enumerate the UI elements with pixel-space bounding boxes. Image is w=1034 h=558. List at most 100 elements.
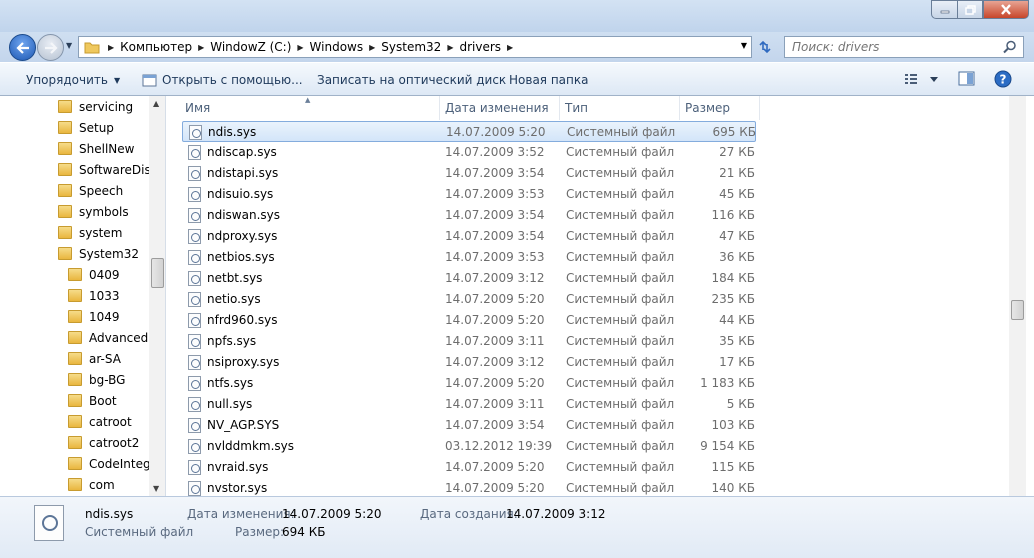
tree-item[interactable]: com: [68, 474, 115, 495]
tree-item[interactable]: Boot: [68, 390, 117, 411]
system-file-icon: [188, 418, 201, 433]
file-name: ndiswan.sys: [207, 208, 281, 222]
file-row[interactable]: nvlddmkm.sys 03.12.2012 19:39 Системный фа…: [182, 436, 756, 457]
nav-scrollbar[interactable]: ▲ ▼: [149, 96, 165, 496]
tree-item[interactable]: bg-BG: [68, 369, 125, 390]
folder-icon: [68, 478, 82, 491]
search-box[interactable]: [784, 36, 1024, 58]
tree-item-label: ShellNew: [79, 141, 135, 156]
help-button[interactable]: ?: [994, 70, 1012, 91]
tree-item[interactable]: 0409: [68, 264, 120, 285]
breadcrumb-item[interactable]: WindowZ (C:): [207, 40, 294, 54]
file-row[interactable]: nvstor.sys 14.07.2009 5:20 Системный файл 1…: [182, 478, 756, 496]
maximize-button[interactable]: [957, 0, 983, 19]
file-row[interactable]: ndproxy.sys 14.07.2009 3:54 Системный файл…: [182, 226, 756, 247]
file-row[interactable]: nvraid.sys 14.07.2009 5:20 Системный файл 1…: [182, 457, 756, 478]
breadcrumb-separator-icon[interactable]: ▶: [195, 43, 207, 52]
file-list-scrollbar[interactable]: [1009, 96, 1026, 496]
file-list-scroll-thumb[interactable]: [1011, 300, 1024, 320]
new-folder-button[interactable]: Новая папка: [509, 73, 588, 87]
breadcrumb-item[interactable]: Windows: [307, 40, 367, 54]
scroll-down-icon[interactable]: ▼: [153, 484, 159, 493]
breadcrumb-separator-icon[interactable]: ▶: [366, 43, 378, 52]
file-name: netbios.sys: [207, 250, 275, 264]
file-row[interactable]: netio.sys 14.07.2009 5:20 Системный файл 23…: [182, 289, 756, 310]
folder-icon: [84, 42, 100, 54]
file-row[interactable]: ntfs.sys 14.07.2009 5:20 Системный файл 1 1…: [182, 373, 756, 394]
column-header-name[interactable]: Имя: [180, 96, 440, 120]
recent-pages-dropdown[interactable]: ▼: [66, 41, 72, 50]
program-icon: [142, 74, 157, 86]
file-row[interactable]: NV_AGP.SYS 14.07.2009 3:54 Системный файл 1…: [182, 415, 756, 436]
file-date: 14.07.2009 3:54: [445, 418, 545, 432]
tree-item[interactable]: catroot: [68, 411, 132, 432]
view-options-button[interactable]: [903, 71, 943, 90]
burn-button[interactable]: Записать на оптический диск: [317, 73, 506, 87]
breadcrumb-item[interactable]: Компьютер: [117, 40, 195, 54]
tree-item[interactable]: Speech: [58, 180, 123, 201]
file-date: 14.07.2009 5:20: [445, 481, 545, 495]
file-row[interactable]: nsiproxy.sys 14.07.2009 3:12 Системный фай…: [182, 352, 756, 373]
column-header-type[interactable]: Тип: [560, 96, 680, 120]
column-header-date[interactable]: Дата изменения: [440, 96, 560, 120]
file-row[interactable]: ndis.sys 14.07.2009 5:20 Системный файл 695…: [182, 121, 756, 142]
file-row[interactable]: netbios.sys 14.07.2009 3:53 Системный файл…: [182, 247, 756, 268]
breadcrumb-separator-icon[interactable]: ▶: [504, 43, 516, 52]
tree-item[interactable]: system: [58, 222, 122, 243]
address-bar[interactable]: ▶ Компьютер ▶ WindowZ (C:) ▶ Windows ▶ System32…: [78, 36, 752, 58]
tree-item[interactable]: catroot2: [68, 432, 139, 453]
file-row[interactable]: netbt.sys 14.07.2009 3:12 Системный файл 18…: [182, 268, 756, 289]
tree-item[interactable]: 1049: [68, 306, 120, 327]
breadcrumb-separator-icon[interactable]: ▶: [105, 43, 117, 52]
file-name: ndproxy.sys: [207, 229, 278, 243]
search-icon[interactable]: [1003, 40, 1017, 54]
file-type: Системный файл: [566, 376, 675, 390]
tree-item-label: CodeIntegr: [89, 456, 156, 471]
file-row[interactable]: ndistapi.sys 14.07.2009 3:54 Системный фай…: [182, 163, 756, 184]
breadcrumb-separator-icon[interactable]: ▶: [294, 43, 306, 52]
details-file-name: ndis.sys: [85, 507, 134, 521]
breadcrumb-item[interactable]: System32: [378, 40, 444, 54]
search-input[interactable]: [785, 37, 985, 57]
tree-item[interactable]: servicing: [58, 96, 133, 117]
nav-scroll-thumb[interactable]: [151, 258, 164, 288]
tree-item[interactable]: symbols: [58, 201, 129, 222]
column-header-size-label: Размер: [685, 101, 731, 115]
tree-item[interactable]: 1033: [68, 285, 120, 306]
tree-item[interactable]: Setup: [58, 117, 114, 138]
file-size: 115 КБ: [711, 460, 755, 474]
close-button[interactable]: [983, 0, 1029, 19]
breadcrumb-item[interactable]: drivers: [456, 40, 504, 54]
column-header-size[interactable]: Размер: [680, 96, 760, 120]
file-row[interactable]: ndisuio.sys 14.07.2009 3:53 Системный файл…: [182, 184, 756, 205]
file-row[interactable]: ndiscap.sys 14.07.2009 3:52 Системный файл…: [182, 142, 756, 163]
tree-item[interactable]: AdvancedIr: [68, 327, 157, 348]
tree-item[interactable]: ShellNew: [58, 138, 134, 159]
minimize-button[interactable]: [931, 0, 957, 19]
file-size: 235 КБ: [711, 292, 755, 306]
back-button[interactable]: [9, 34, 36, 61]
tree-item[interactable]: System32: [58, 243, 139, 264]
file-row[interactable]: null.sys 14.07.2009 3:11 Системный файл 5 К…: [182, 394, 756, 415]
file-list-pane: ▲ Имя Дата изменения Тип Размер ndis.sys…: [166, 96, 1034, 496]
file-row[interactable]: nfrd960.sys 14.07.2009 5:20 Системный файл…: [182, 310, 756, 331]
address-history-dropdown[interactable]: ▼: [741, 41, 747, 50]
preview-pane-button[interactable]: [958, 71, 976, 90]
scroll-up-icon[interactable]: ▲: [153, 99, 159, 108]
tree-item[interactable]: CodeIntegr: [68, 453, 156, 474]
tree-item[interactable]: ar-SA: [68, 348, 121, 369]
tree-item-label: Speech: [79, 183, 124, 198]
window-controls: [931, 0, 1029, 19]
tree-item[interactable]: SoftwareDistr: [58, 159, 160, 180]
refresh-button[interactable]: [756, 38, 774, 56]
file-row[interactable]: npfs.sys 14.07.2009 3:11 Системный файл 35 …: [182, 331, 756, 352]
open-with-label: Открыть с помощью...: [162, 73, 303, 87]
forward-button[interactable]: [37, 34, 64, 61]
breadcrumb-separator-icon[interactable]: ▶: [444, 43, 456, 52]
organize-button[interactable]: Упорядочить ▼: [26, 73, 120, 87]
open-with-button[interactable]: Открыть с помощью...: [142, 73, 303, 87]
details-size-label: Размер:: [235, 525, 285, 539]
folder-icon: [58, 247, 72, 260]
details-created-value: 14.07.2009 3:12: [506, 507, 606, 521]
file-row[interactable]: ndiswan.sys 14.07.2009 3:54 Системный файл…: [182, 205, 756, 226]
